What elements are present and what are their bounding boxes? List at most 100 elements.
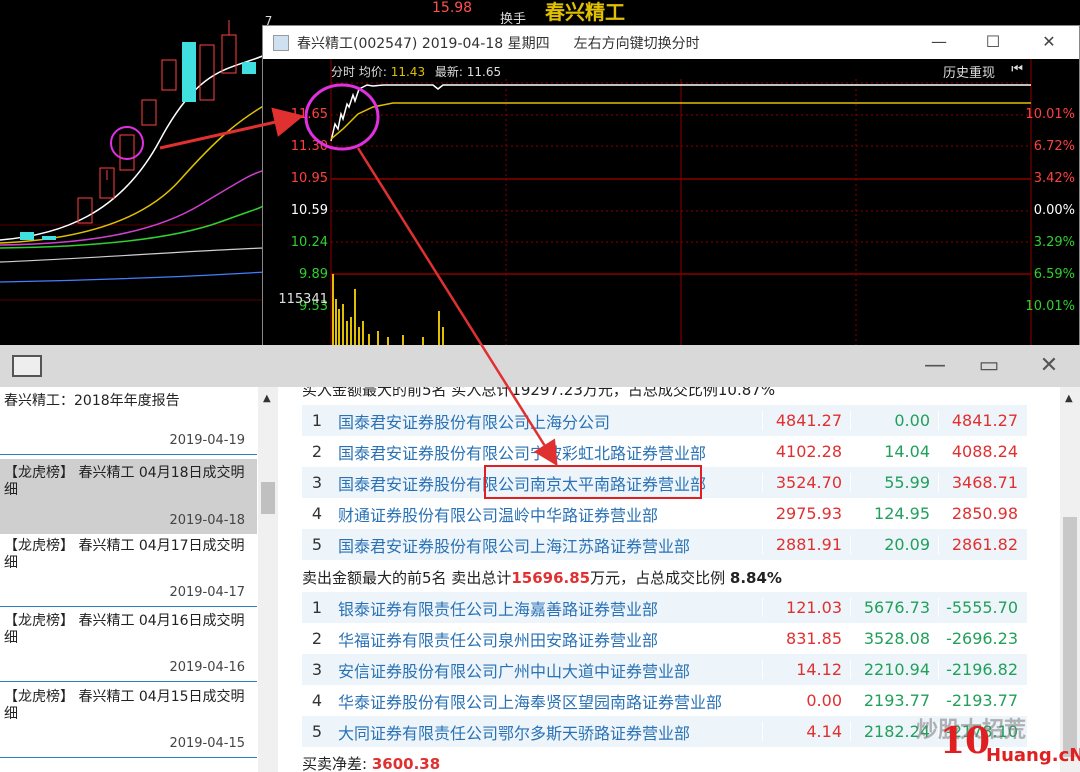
y-left-label: 11.30	[290, 139, 328, 154]
y-right-label: 3.42%	[1033, 171, 1075, 186]
net-amount: -2696.23	[938, 629, 1026, 648]
row-index: 5	[311, 535, 323, 554]
broker-name[interactable]: 国泰君安证券股份有限公司宁波彩虹北路证券营业部	[332, 440, 762, 464]
y-right-label: 6.59%	[1033, 267, 1075, 282]
table-row[interactable]: 3 安信证券股份有限公司广州中山大道中证券营业部 14.12 2210.94 -2196…	[302, 654, 1027, 685]
y-left-label: 10.95	[290, 171, 328, 186]
news-list: 春兴精工：2018年年度报告 2019-04-19 【龙虎榜】 春兴精工 04月18…	[0, 387, 278, 772]
news-window[interactable]: — ▭ ✕ 春兴精工：2018年年度报告 2019-04-19 【龙虎榜】 春兴精工…	[0, 345, 1080, 772]
scroll-up-icon[interactable]: ▲	[263, 393, 271, 404]
detail-scroll-thumb[interactable]	[1063, 517, 1077, 757]
broker-name[interactable]: 国泰君安证券股份有限公司上海江苏路证券营业部	[332, 533, 762, 557]
news-titlebar[interactable]: — ▭ ✕	[0, 345, 1080, 387]
net-amount: 3468.71	[938, 473, 1026, 492]
sell-amount: 14.04	[850, 442, 938, 461]
broker-name[interactable]: 银泰证券有限责任公司上海嘉善路证券营业部	[332, 596, 762, 620]
net-amount: -2193.77	[938, 691, 1026, 710]
broker-name[interactable]: 财通证券股份有限公司温岭中华路证券营业部	[332, 502, 762, 526]
intraday-legend: 分时 均价: 11.43 最新: 11.65	[331, 63, 501, 80]
stock-name-bg: 春兴精工	[545, 0, 625, 24]
net-amount: 4841.27	[938, 411, 1026, 430]
legend-label: 分时	[331, 65, 356, 79]
scroll-thumb[interactable]	[261, 482, 275, 514]
close-icon[interactable]: ✕	[1039, 32, 1059, 52]
y-right-label: 0.00%	[1033, 203, 1075, 218]
y-left-label: 10.59	[290, 203, 328, 218]
intraday-title: 春兴精工(002547) 2019-04-18 星期四	[297, 35, 550, 52]
avg-value: 11.43	[390, 65, 426, 79]
intraday-chart[interactable]: 分时 均价: 11.43 最新: 11.65 历史重现 ⏮ 11.65 11.30…	[263, 59, 1079, 346]
volume-label: 115341	[278, 292, 328, 307]
table-row[interactable]: 2 国泰君安证券股份有限公司宁波彩虹北路证券营业部 4102.28 14.04 4088…	[302, 436, 1027, 467]
row-index: 3	[311, 660, 323, 679]
buy-amount: 121.03	[762, 598, 850, 617]
news-item-title: 【龙虎榜】 春兴精工 04月15日成交明细	[4, 689, 245, 722]
broker-name[interactable]: 大同证券有限责任公司鄂尔多斯天骄路证券营业部	[332, 720, 762, 744]
news-list-item[interactable]: 春兴精工：2018年年度报告 2019-04-19	[0, 387, 257, 455]
net-amount: -5555.70	[938, 598, 1026, 617]
candlestick-svg	[0, 20, 265, 301]
sell-header-prefix: 卖出金额最大的前5名 卖出总计	[302, 569, 512, 587]
buy-amount: 2881.91	[762, 535, 850, 554]
net-label: 买卖净差:	[302, 755, 368, 772]
history-arrow-icon[interactable]: ⏮	[1011, 62, 1023, 77]
table-row[interactable]: 1 银泰证券有限责任公司上海嘉善路证券营业部 121.03 5676.73 -5555.…	[302, 592, 1027, 623]
detail-scrollbar[interactable]: ▲	[1060, 387, 1080, 772]
sell-amount: 55.99	[850, 473, 938, 492]
table-row[interactable]: 1 国泰君安证券股份有限公司上海分公司 4841.27 0.00 4841.27	[302, 405, 1027, 436]
news-item-date: 2019-04-19	[169, 433, 245, 448]
news-scrollbar[interactable]: ▲	[258, 387, 278, 772]
news-item-date: 2019-04-17	[169, 585, 245, 600]
table-row[interactable]: 2 华福证券有限责任公司泉州田安路证券营业部 831.85 3528.08 -2696.…	[302, 623, 1027, 654]
buy-amount: 3524.70	[762, 473, 850, 492]
y-right-label: 3.29%	[1033, 235, 1075, 250]
news-minimize-icon[interactable]: —	[920, 351, 950, 381]
broker-name[interactable]: 安信证券股份有限公司广州中山大道中证券营业部	[332, 658, 762, 682]
buy-section-header: 买入金额最大的前5名 买入总计19297.23万元，占总成交比例10.87%	[302, 387, 776, 399]
history-replay-button[interactable]: 历史重现	[943, 62, 995, 81]
buy-amount: 14.12	[762, 660, 850, 679]
intraday-titlebar[interactable]: 春兴精工(002547) 2019-04-18 星期四 左右方向键切换分时 — …	[263, 26, 1079, 59]
table-row[interactable]: 4 财通证券股份有限公司温岭中华路证券营业部 2975.93 124.95 2850.9…	[302, 498, 1027, 529]
news-close-icon[interactable]: ✕	[1034, 351, 1064, 381]
buy-amount: 4.14	[762, 722, 850, 741]
news-item-title: 春兴精工：2018年年度报告	[4, 393, 180, 409]
sell-amount: 2210.94	[850, 660, 938, 679]
sell-amount: 124.95	[850, 504, 938, 523]
broker-name[interactable]: 华福证券有限责任公司泉州田安路证券营业部	[332, 627, 762, 651]
row-index: 4	[311, 504, 323, 523]
buy-amount: 0.00	[762, 691, 850, 710]
latest-label: 最新:	[434, 65, 463, 79]
buy-amount: 4102.28	[762, 442, 850, 461]
news-list-item[interactable]: 【龙虎榜】 春兴精工 04月16日成交明细 2019-04-16	[0, 607, 257, 682]
sell-amount: 20.09	[850, 535, 938, 554]
sell-pct: 8.84%	[729, 569, 782, 587]
maximize-icon[interactable]: ☐	[983, 32, 1003, 52]
row-index: 4	[311, 691, 323, 710]
broker-name[interactable]: 国泰君安证券股份有限公司上海分公司	[332, 409, 762, 433]
table-row[interactable]: 5 国泰君安证券股份有限公司上海江苏路证券营业部 2881.91 20.09 2861.…	[302, 529, 1027, 560]
news-maximize-icon[interactable]: ▭	[974, 351, 1004, 381]
row-index: 2	[311, 629, 323, 648]
intraday-window[interactable]: 春兴精工(002547) 2019-04-18 星期四 左右方向键切换分时 — …	[262, 25, 1080, 346]
screen: 15.98 ←15.97 换手 春兴精工	[0, 0, 1080, 772]
y-right-label: 10.01%	[1025, 107, 1075, 122]
sell-header-mid: 万元，占总成交比例	[590, 569, 726, 587]
sell-amount: 0.00	[850, 411, 938, 430]
sell-section-header: 卖出金额最大的前5名 卖出总计15696.85万元，占总成交比例 8.84%	[302, 567, 782, 588]
news-list-item[interactable]: 【龙虎榜】 春兴精工 04月17日成交明细 2019-04-17	[0, 532, 257, 607]
minimize-icon[interactable]: —	[929, 32, 949, 52]
candlestick-chart[interactable]	[0, 0, 265, 345]
y-right-label: 6.72%	[1033, 139, 1075, 154]
sell-amount: 2193.77	[850, 691, 938, 710]
detail-scroll-up-icon[interactable]: ▲	[1065, 393, 1073, 404]
sell-total: 15696.85	[511, 569, 591, 587]
news-item-title: 【龙虎榜】 春兴精工 04月18日成交明细	[4, 465, 245, 498]
broker-name[interactable]: 华泰证券股份有限公司上海奉贤区望园南路证券营业部	[332, 689, 762, 713]
net-value: 3600.38	[371, 755, 441, 772]
news-item-title: 【龙虎榜】 春兴精工 04月16日成交明细	[4, 613, 245, 646]
y-left-label: 11.65	[290, 107, 328, 122]
news-list-item[interactable]: 【龙虎榜】 春兴精工 04月15日成交明细 2019-04-15	[0, 683, 257, 758]
news-list-item[interactable]: 【龙虎榜】 春兴精工 04月18日成交明细 2019-04-18	[0, 459, 257, 534]
kline-top-price: 15.98	[432, 0, 473, 16]
